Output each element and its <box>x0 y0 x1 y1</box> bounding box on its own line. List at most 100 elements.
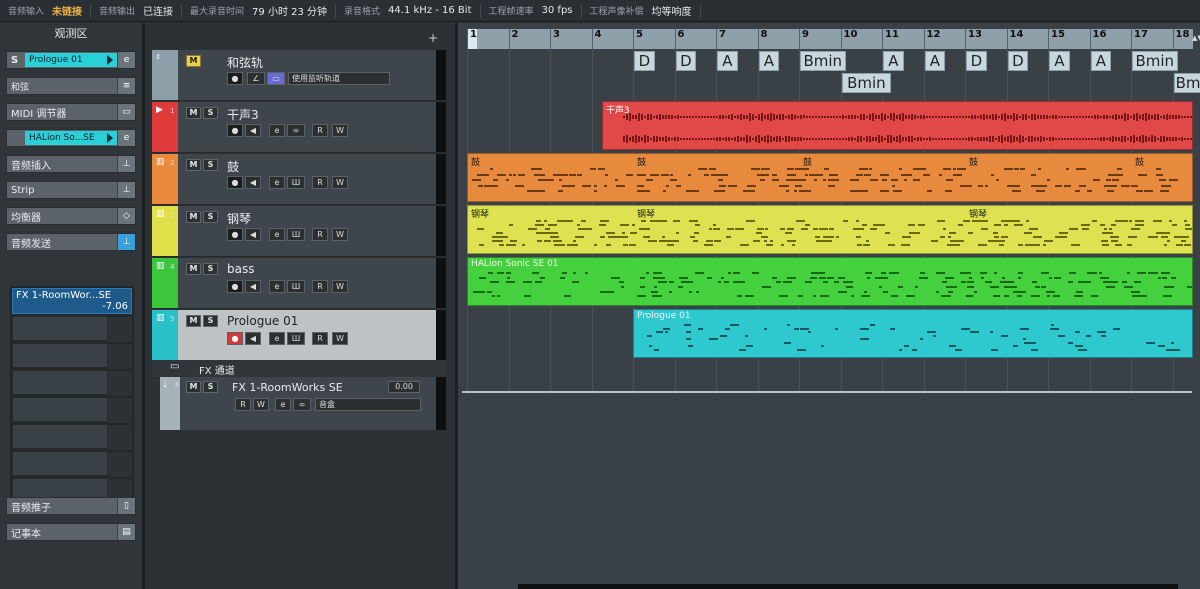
fx-mute-button[interactable]: M <box>186 381 201 393</box>
arrange-grid[interactable]: D D A A Bmin A A D D A A Bmin Bmin Bm 干声3 鼓鼓鼓鼓鼓钢琴 钢琴 钢琴 HA… <box>467 49 1200 589</box>
chord-mute-button[interactable]: M <box>186 55 201 67</box>
fx-edit-button[interactable]: e <box>275 398 291 411</box>
piano-keys-icon[interactable]: Ш <box>287 228 305 241</box>
inspector-chords[interactable]: 和弦 ≡ <box>6 77 136 95</box>
chord-event[interactable]: A <box>883 51 904 71</box>
ruler-nav-icon[interactable]: ▲▼ <box>1192 34 1200 48</box>
vocal-read-button[interactable]: R <box>312 124 328 137</box>
arrange-window[interactable]: 123456789101112131415161718 ▲▼ DDAABminA… <box>455 23 1200 589</box>
track-prologue-name[interactable]: Prologue 01 <box>227 314 298 328</box>
send-slot-6[interactable] <box>12 424 132 450</box>
drum-read-button[interactable]: R <box>312 176 328 189</box>
ruler-bar[interactable]: 17 <box>1131 29 1173 49</box>
send-slot-2[interactable] <box>12 316 132 342</box>
inspector-audio-insert[interactable]: 音频插入 ⊥ <box>6 155 136 173</box>
track-vocal-name[interactable]: 干声3 <box>227 106 259 123</box>
fx-channel-folder[interactable]: ▭ FX 通道 <box>152 360 446 377</box>
prologue-edit-button[interactable]: e <box>269 332 285 345</box>
chord-event[interactable]: A <box>924 51 946 71</box>
ruler-bar[interactable]: 5 <box>633 29 675 49</box>
send-slot-1[interactable]: FX 1-RoomWor...SE -7.06 <box>12 288 132 314</box>
ruler-bar[interactable]: 16 <box>1089 29 1132 49</box>
vocal-write-button[interactable]: W <box>332 124 348 137</box>
ruler-bar[interactable]: 9 <box>799 29 841 49</box>
timeline-ruler[interactable]: 1 2 3 4 5 6 7 8 9 10 11 12 13 14 15 16 17 18 <box>467 29 1193 49</box>
vocal-solo-button[interactable]: S <box>203 107 218 119</box>
ruler-bar[interactable]: 15 <box>1048 29 1090 49</box>
ruler-bar[interactable]: 6 <box>674 29 717 49</box>
track-piano-name[interactable]: 钢琴 <box>227 210 251 227</box>
notepad-icon[interactable]: ▤ <box>117 524 135 540</box>
chord-dot-button[interactable]: ● <box>227 72 243 85</box>
chord-event[interactable]: Bmin <box>1132 51 1178 71</box>
track-bass[interactable]: ▥ 4 M S bass ● ◀ e Ш R W <box>152 258 446 309</box>
fx-read-button[interactable]: R <box>235 398 251 411</box>
track-chord-name[interactable]: 和弦轨 <box>227 54 263 71</box>
piano-clip[interactable]: 钢琴 钢琴 钢琴 <box>467 205 1193 254</box>
drum-clip[interactable]: 鼓鼓鼓鼓鼓 <box>467 153 1193 202</box>
strip-icon[interactable]: ⊥ <box>117 182 135 198</box>
bass-mute-button[interactable]: M <box>186 263 201 275</box>
inspector-notepad[interactable]: 记事本 ▤ <box>6 523 136 541</box>
inspector-halion[interactable]: HALion So...SE e <box>6 129 136 147</box>
halion-arrow-icon[interactable] <box>107 133 113 143</box>
bass-clip[interactable]: HALion Sonic SE 01 <box>467 257 1193 306</box>
prologue-solo-button[interactable]: S <box>203 315 218 327</box>
ruler-bar[interactable]: 1 <box>467 29 509 49</box>
chord-event[interactable]: Bmin <box>841 73 892 93</box>
vocal-edit-button[interactable]: e <box>269 124 285 137</box>
fx-volume-field[interactable]: 0.00 <box>388 381 420 393</box>
chord-edit-icon[interactable]: ∠ <box>247 72 265 85</box>
instrument-edit-icon[interactable]: e <box>117 52 135 68</box>
bass-solo-button[interactable]: S <box>203 263 218 275</box>
fx-write-button[interactable]: W <box>253 398 269 411</box>
bass-monitor-button[interactable]: ◀ <box>245 280 261 293</box>
add-track-icon[interactable]: + <box>428 31 438 45</box>
status-pan-law[interactable]: 工程声像补偿 均等响度 <box>582 3 701 18</box>
track-chord[interactable]: ♯ M 和弦轨 ● ∠ ▭ 使用监听轨道 <box>152 50 446 101</box>
track-drum[interactable]: ▥ 2 M S 鼓 ● ◀ e Ш R W <box>152 154 446 205</box>
bass-read-button[interactable]: R <box>312 280 328 293</box>
chord-event[interactable]: Bmin <box>800 51 846 71</box>
track-prologue[interactable]: ▥ 5 M S Prologue 01 ● ◀ e Ш R W <box>152 310 446 361</box>
drum-mute-button[interactable]: M <box>186 159 201 171</box>
ruler-bar[interactable]: 8 <box>757 29 800 49</box>
status-rec-format[interactable]: 录音格式 44.1 kHz - 16 Bit <box>336 3 481 18</box>
instrument-row[interactable]: S Prologue 01 e <box>6 51 136 69</box>
horizontal-scrollbar[interactable] <box>518 584 1178 589</box>
piano-read-button[interactable]: R <box>312 228 328 241</box>
chord-event[interactable]: A <box>1049 51 1070 71</box>
fx-insert-field[interactable]: 音盒 <box>315 398 421 411</box>
status-frame-rate[interactable]: 工程帧速率 30 fps <box>481 3 582 18</box>
chord-event[interactable]: D <box>634 51 655 71</box>
drum-write-button[interactable]: W <box>332 176 348 189</box>
fader-icon[interactable]: ▯ <box>117 498 135 514</box>
prologue-read-button[interactable]: R <box>312 332 328 345</box>
chord-event[interactable]: D <box>675 51 697 71</box>
piano-mute-button[interactable]: M <box>186 211 201 223</box>
inspector-strip[interactable]: Strip ⊥ <box>6 181 136 199</box>
prologue-write-button[interactable]: W <box>332 332 348 345</box>
send-slot-4[interactable] <box>12 370 132 396</box>
chord-event[interactable]: A <box>1090 51 1112 71</box>
vocal-clip[interactable]: 干声3 <box>601 101 1193 150</box>
ruler-bar[interactable]: 11 <box>882 29 924 49</box>
piano-record-button[interactable]: ● <box>227 228 243 241</box>
chord-event[interactable]: D <box>966 51 987 71</box>
ruler-bar[interactable]: 3 <box>550 29 592 49</box>
ruler-bar[interactable]: 14 <box>1006 29 1049 49</box>
vocal-record-button[interactable]: ● <box>227 124 243 137</box>
inspector-eq[interactable]: 均衡器 ◇ <box>6 207 136 225</box>
ruler-bar[interactable]: 4 <box>591 29 634 49</box>
prologue-clip[interactable]: Prologue 01 <box>633 309 1193 358</box>
ruler-bar[interactable]: 13 <box>965 29 1007 49</box>
chord-event[interactable]: A <box>717 51 738 71</box>
ruler-bar[interactable]: 2 <box>508 29 551 49</box>
vocal-mute-button[interactable]: M <box>186 107 201 119</box>
vocal-link-icon[interactable]: ∞ <box>287 124 305 137</box>
drum-record-button[interactable]: ● <box>227 176 243 189</box>
send-slot-5[interactable] <box>12 397 132 423</box>
eq-icon[interactable]: ◇ <box>117 208 135 224</box>
track-vocal[interactable]: ▶ 1 M S 干声3 ● ◀ e ∞ R W <box>152 102 446 153</box>
bass-write-button[interactable]: W <box>332 280 348 293</box>
